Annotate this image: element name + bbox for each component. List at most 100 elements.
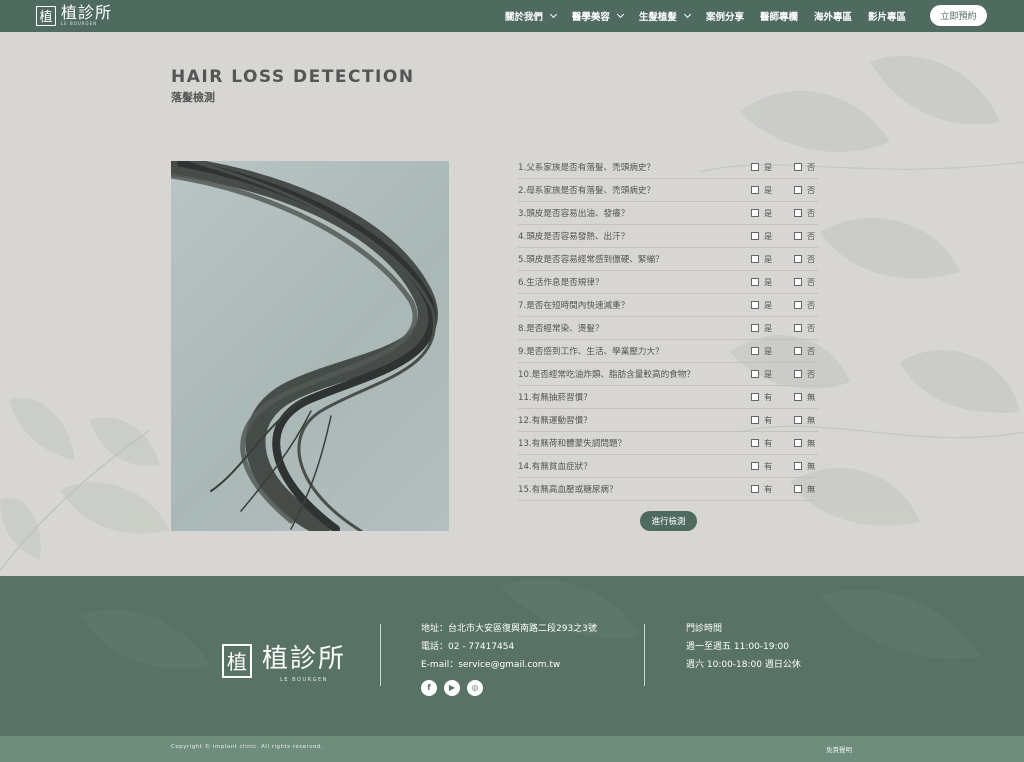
option-have[interactable]: 有 bbox=[751, 483, 772, 495]
option-have[interactable]: 有 bbox=[751, 460, 772, 472]
leaf-decoration-left bbox=[0, 398, 170, 571]
nav-item-overseas[interactable]: 海外專區 bbox=[806, 9, 860, 23]
question-text: 3.頭皮是否容易出油、發癢？ bbox=[518, 209, 630, 219]
question-row: 8.是否經常染、燙髮？ 是 否 bbox=[518, 317, 818, 340]
chevron-down-icon bbox=[616, 10, 624, 19]
checkbox[interactable] bbox=[751, 416, 759, 424]
option-no[interactable]: 否 bbox=[794, 253, 815, 265]
checkbox[interactable] bbox=[751, 209, 759, 217]
hours-weekday: 週一至週五 11:00-19:00 bbox=[686, 642, 789, 652]
nav-item-cases[interactable]: 案例分享 bbox=[698, 9, 752, 23]
checkbox[interactable] bbox=[751, 439, 759, 447]
option-yes[interactable]: 是 bbox=[751, 207, 772, 219]
checkbox[interactable] bbox=[751, 278, 759, 286]
logo-text: 植診所 bbox=[61, 3, 113, 22]
checkbox[interactable] bbox=[751, 186, 759, 194]
checkbox[interactable] bbox=[751, 485, 759, 493]
phone-text: 電話：02 - 77417454 bbox=[421, 642, 515, 652]
option-no[interactable]: 否 bbox=[794, 207, 815, 219]
facebook-icon[interactable]: f bbox=[421, 680, 437, 696]
option-no[interactable]: 否 bbox=[794, 276, 815, 288]
youtube-icon[interactable]: ▶ bbox=[444, 680, 460, 696]
option-yes[interactable]: 是 bbox=[751, 276, 772, 288]
option-have[interactable]: 有 bbox=[751, 437, 772, 449]
option-no[interactable]: 否 bbox=[794, 230, 815, 242]
nav-item-about[interactable]: 關於我們 bbox=[497, 9, 564, 23]
checkbox[interactable] bbox=[794, 324, 802, 332]
option-none[interactable]: 無 bbox=[794, 391, 815, 403]
checkbox[interactable] bbox=[794, 462, 802, 470]
hair-strand-illustration bbox=[171, 161, 438, 531]
footer-divider bbox=[644, 624, 645, 686]
nav-item-doctor-column[interactable]: 醫師專欄 bbox=[752, 9, 806, 23]
question-text: 4.頭皮是否容易發熱、出汗？ bbox=[518, 232, 630, 242]
disclaimer-link[interactable]: 免責聲明 bbox=[826, 744, 852, 754]
option-have[interactable]: 有 bbox=[751, 391, 772, 403]
nav-item-medical-beauty[interactable]: 醫學美容 bbox=[564, 9, 631, 23]
checkbox[interactable] bbox=[794, 439, 802, 447]
checkbox[interactable] bbox=[751, 462, 759, 470]
option-yes[interactable]: 是 bbox=[751, 368, 772, 380]
checkbox[interactable] bbox=[794, 301, 802, 309]
footer-logo[interactable]: 植 植診所 LE BOURGEN bbox=[222, 638, 346, 683]
checkbox[interactable] bbox=[794, 232, 802, 240]
question-row: 2.母系家族是否有落髮、禿頭病史？ 是 否 bbox=[518, 179, 818, 202]
checkbox[interactable] bbox=[751, 347, 759, 355]
checkbox[interactable] bbox=[751, 163, 759, 171]
checkbox[interactable] bbox=[751, 255, 759, 263]
checkbox[interactable] bbox=[751, 324, 759, 332]
chevron-down-icon bbox=[683, 10, 691, 19]
checkbox[interactable] bbox=[794, 347, 802, 355]
question-text: 6.生活作息是否規律？ bbox=[518, 278, 604, 288]
option-yes[interactable]: 是 bbox=[751, 161, 772, 173]
page-title-en: HAIR LOSS DETECTION bbox=[171, 67, 415, 87]
logo-icon: 植 bbox=[36, 5, 56, 26]
checkbox[interactable] bbox=[794, 255, 802, 263]
logo-subtext: LE BOURGEN bbox=[61, 21, 98, 26]
option-no[interactable]: 否 bbox=[794, 184, 815, 196]
logo-icon: 植 bbox=[222, 643, 252, 678]
option-have[interactable]: 有 bbox=[751, 414, 772, 426]
checkbox[interactable] bbox=[794, 186, 802, 194]
checkbox[interactable] bbox=[794, 416, 802, 424]
run-detection-button[interactable]: 進行檢測 bbox=[640, 511, 697, 531]
option-yes[interactable]: 是 bbox=[751, 230, 772, 242]
option-no[interactable]: 否 bbox=[794, 322, 815, 334]
address-text: 地址：台北市大安區復興南路二段293之3號 bbox=[421, 624, 597, 634]
option-no[interactable]: 否 bbox=[794, 161, 815, 173]
checkbox[interactable] bbox=[751, 370, 759, 378]
page-title-cn: 落髮檢測 bbox=[171, 91, 215, 104]
checkbox[interactable] bbox=[794, 163, 802, 171]
nav-item-hair-transplant[interactable]: 生髮植髮 bbox=[631, 9, 698, 23]
checkbox[interactable] bbox=[794, 278, 802, 286]
option-none[interactable]: 無 bbox=[794, 483, 815, 495]
checkbox[interactable] bbox=[751, 301, 759, 309]
question-text: 13.有無荷和體蒙失調問題？ bbox=[518, 439, 627, 449]
option-none[interactable]: 無 bbox=[794, 460, 815, 472]
option-yes[interactable]: 是 bbox=[751, 345, 772, 357]
option-none[interactable]: 無 bbox=[794, 437, 815, 449]
checkbox[interactable] bbox=[794, 393, 802, 401]
checkbox[interactable] bbox=[794, 370, 802, 378]
copyright-text: Copyright © implant clinic. All rights r… bbox=[171, 744, 324, 750]
book-now-button[interactable]: 立即預約 bbox=[930, 5, 987, 26]
checkbox[interactable] bbox=[794, 485, 802, 493]
checkbox[interactable] bbox=[751, 232, 759, 240]
option-yes[interactable]: 是 bbox=[751, 253, 772, 265]
instagram-icon[interactable]: ◎ bbox=[467, 680, 483, 696]
option-none[interactable]: 無 bbox=[794, 414, 815, 426]
option-yes[interactable]: 是 bbox=[751, 322, 772, 334]
checkbox[interactable] bbox=[751, 393, 759, 401]
main-nav: 關於我們 醫學美容 生髮植髮 案例分享 醫師專欄 海外專區 影片專區 bbox=[497, 0, 914, 32]
nav-item-videos[interactable]: 影片專區 bbox=[860, 9, 914, 23]
hours-saturday: 週六 10:00-18:00 週日公休 bbox=[686, 660, 801, 670]
option-yes[interactable]: 是 bbox=[751, 184, 772, 196]
option-no[interactable]: 否 bbox=[794, 299, 815, 311]
contact-info: 地址：台北市大安區復興南路二段293之3號 電話：02 - 77417454 E… bbox=[421, 620, 597, 696]
option-no[interactable]: 否 bbox=[794, 345, 815, 357]
option-yes[interactable]: 是 bbox=[751, 299, 772, 311]
checkbox[interactable] bbox=[794, 209, 802, 217]
option-no[interactable]: 否 bbox=[794, 368, 815, 380]
question-row: 15.有無高血壓或糖尿病？ 有 無 bbox=[518, 478, 818, 501]
site-logo[interactable]: 植 植診所 LE BOURGEN bbox=[36, 5, 112, 26]
